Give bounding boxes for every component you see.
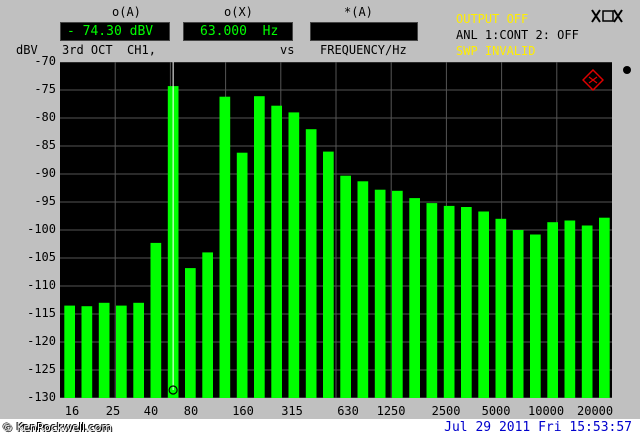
x-tick-label: 25: [105, 404, 121, 418]
y-tick-label: -80: [34, 110, 56, 124]
spectrum-bar: [116, 305, 127, 398]
y-tick-label: -95: [34, 194, 56, 208]
x-tick-label: 20000: [577, 404, 614, 418]
spectrum-bar: [581, 225, 593, 398]
spectrum-bar: [150, 242, 162, 398]
trace-label: 3rd OCT CH1,: [62, 43, 156, 57]
y-tick-label: -75: [34, 82, 56, 96]
keyboard-lock-icon[interactable]: [590, 8, 626, 24]
watermark: © KenRockwell.com: [2, 421, 113, 434]
spectrum-bar: [202, 252, 213, 398]
x-tick-label: 1250: [376, 404, 406, 418]
date-time: Jul 29 2011 Fri 15:53:57: [444, 420, 632, 435]
spectrum-bar: [236, 152, 248, 398]
spectrum-bar: [530, 234, 541, 398]
x-tick-label: 630: [337, 404, 359, 418]
delta-readout: [310, 22, 418, 41]
spectrum-bar: [547, 222, 558, 398]
sweep-status: SWP INVALID: [456, 44, 536, 58]
marker-x-label: o(X): [224, 5, 253, 19]
y-tick-label: -125: [27, 362, 56, 376]
y-tick-label: -85: [34, 138, 56, 152]
spectrum-bar: [288, 112, 300, 398]
analyzer-status: ANL 1:CONT 2: OFF: [456, 28, 579, 42]
spectrum-plot: [60, 62, 612, 398]
delta-a-label: *(A): [344, 5, 373, 19]
spectrum-bar: [599, 217, 610, 398]
spectrum-bar: [254, 96, 265, 398]
x-tick-label: 80: [183, 404, 199, 418]
spectrum-bar: [64, 305, 75, 398]
marker-frequency-readout: 63.000 Hz: [183, 22, 293, 41]
y-tick-label: -110: [27, 278, 56, 292]
spectrum-bar: [185, 268, 196, 398]
x-unit-label: FREQUENCY/Hz: [320, 43, 407, 57]
y-tick-label: -105: [27, 250, 56, 264]
y-tick-label: -120: [27, 334, 56, 348]
spectrum-bar: [305, 129, 317, 398]
spectrum-bar: [98, 302, 110, 398]
spectrum-bar: [409, 198, 420, 398]
spectrum-bar: [374, 189, 386, 398]
spectrum-bar: [219, 96, 231, 398]
x-tick-label: 10000: [528, 404, 565, 418]
x-tick-label: 315: [281, 404, 303, 418]
spectrum-bar: [392, 190, 403, 398]
y-tick-label: -130: [27, 390, 56, 404]
spectrum-bar: [512, 230, 524, 398]
rohde-schwarz-logo: [582, 69, 604, 91]
spectrum-bar: [478, 211, 489, 398]
marker-amplitude-readout: - 74.30 dBV: [60, 22, 170, 41]
spectrum-bar: [564, 220, 576, 398]
scroll-indicator-icon[interactable]: [621, 64, 633, 76]
spectrum-bar: [323, 151, 334, 398]
spectrum-bar: [461, 207, 472, 398]
vs-label: vs: [280, 43, 295, 57]
spectrum-bar: [340, 175, 351, 398]
x-tick-label: 40: [143, 404, 159, 418]
x-tick-label: 5000: [481, 404, 511, 418]
spectrum-bar: [81, 306, 93, 398]
y-tick-label: -115: [27, 306, 56, 320]
y-tick-label: -90: [34, 166, 56, 180]
output-status: OUTPUT OFF: [456, 12, 529, 26]
spectrum-bar: [495, 218, 507, 398]
spectrum-bar: [133, 302, 144, 398]
spectrum-bar: [443, 205, 455, 398]
x-tick-label: 16: [64, 404, 80, 418]
marker-a-label: o(A): [112, 5, 141, 19]
y-tick-label: -100: [27, 222, 56, 236]
spectrum-bar: [357, 181, 369, 398]
x-tick-label: 2500: [431, 404, 461, 418]
x-tick-label: 160: [232, 404, 254, 418]
y-tick-label: -70: [34, 54, 56, 68]
spectrum-bar: [271, 105, 282, 398]
spectrum-bar: [426, 203, 438, 398]
